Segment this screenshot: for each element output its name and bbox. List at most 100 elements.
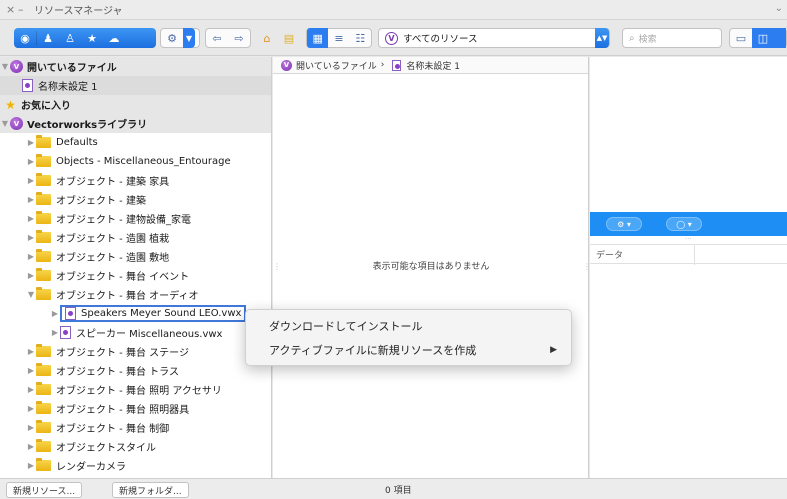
resource-type-value: すべてのリソース bbox=[403, 34, 478, 45]
disclosure-closed-icon[interactable]: ▶ bbox=[26, 176, 36, 185]
tree-folder[interactable]: ▶ レンダーカメラ bbox=[0, 456, 271, 475]
breadcrumb-separator: › bbox=[380, 60, 385, 70]
tree-folder[interactable]: ▶ オブジェクト - 舞台 照明器具 bbox=[0, 399, 271, 418]
tree-folder[interactable]: ▶ Defaults bbox=[0, 133, 271, 152]
users-icon[interactable]: ♟ bbox=[37, 28, 59, 48]
gear-icon[interactable]: ⚙ bbox=[161, 28, 183, 48]
tree-folder[interactable]: ▶ オブジェクト - 建物設備_家電 bbox=[0, 209, 271, 228]
tree-folder[interactable]: ▶ オブジェクト - 造園 敷地 bbox=[0, 247, 271, 266]
folder-icon bbox=[36, 420, 51, 433]
new-folder-button[interactable]: 新規フォルダ... bbox=[112, 482, 189, 498]
grid-view-icon[interactable]: ▦ bbox=[307, 28, 329, 48]
menu-item-label: ダウンロードしてインストール bbox=[269, 320, 423, 333]
menu-item-create-new-resource[interactable]: アクティブファイルに新規リソースを作成 ▶ bbox=[246, 338, 571, 362]
menu-item-download-install[interactable]: ダウンロードしてインストール bbox=[246, 314, 571, 338]
view-dropdown[interactable]: ◯ ▾ bbox=[666, 217, 702, 231]
view-mode-segment: ▦ ≡ ☷ bbox=[306, 28, 372, 48]
tree-folder-label: オブジェクト - 造園 敷地 bbox=[56, 253, 170, 264]
vwx-file-icon bbox=[65, 307, 76, 320]
tree-group-favorites[interactable]: ★ お気に入り bbox=[0, 95, 271, 114]
data-table-header: データ bbox=[590, 244, 787, 265]
disclosure-open-icon[interactable]: ▼ bbox=[26, 290, 36, 299]
disclosure-closed-icon[interactable]: ▶ bbox=[26, 195, 36, 204]
new-resource-button[interactable]: 新規リソース... bbox=[6, 482, 83, 498]
tree-folder[interactable]: ▶ オブジェクトスタイル bbox=[0, 437, 271, 456]
disclosure-closed-icon[interactable]: ▶ bbox=[26, 157, 36, 166]
vectorworks-icon: V bbox=[281, 59, 292, 71]
tree-file-label: Speakers Meyer Sound LEO.vwx bbox=[81, 308, 242, 319]
disclosure-closed-icon[interactable]: ▶ bbox=[26, 442, 36, 451]
disclosure-closed-icon[interactable]: ▶ bbox=[26, 138, 36, 147]
folder-up-icon[interactable]: ▤ bbox=[278, 28, 300, 48]
tree-folder-label: オブジェクト - 建築 家具 bbox=[56, 177, 170, 188]
render-mode-dropdown[interactable]: ⚙ ▾ bbox=[606, 217, 642, 231]
disclosure-closed-icon[interactable]: ▶ bbox=[26, 214, 36, 223]
data-column-header[interactable]: データ bbox=[596, 248, 623, 261]
context-menu: ダウンロードしてインストール アクティブファイルに新規リソースを作成 ▶ bbox=[245, 309, 572, 366]
disclosure-closed-icon[interactable]: ▶ bbox=[26, 347, 36, 356]
preview-toolbar: ⚙ ▾ ◯ ▾ bbox=[590, 212, 787, 236]
disclosure-closed-icon[interactable]: ▶ bbox=[26, 366, 36, 375]
tree-folder[interactable]: ▶ オブジェクト - 建築 bbox=[0, 190, 271, 209]
folder-icon bbox=[36, 249, 51, 262]
disclosure-closed-icon[interactable]: ▶ bbox=[26, 252, 36, 261]
folder-icon bbox=[36, 211, 51, 224]
chevron-down-icon[interactable]: ▼ bbox=[183, 28, 195, 48]
disclosure-closed-icon[interactable]: ▶ bbox=[26, 385, 36, 394]
tree-item-open-file[interactable]: 名称未設定 1 bbox=[0, 76, 271, 95]
disclosure-closed-icon[interactable]: ▶ bbox=[50, 309, 60, 318]
actions-segment: ⚙ ▼ bbox=[160, 28, 200, 48]
single-pane-icon[interactable]: ▭ bbox=[730, 28, 752, 48]
close-icon[interactable]: × bbox=[6, 3, 18, 16]
minimize-icon[interactable]: – bbox=[18, 3, 32, 16]
column-divider[interactable] bbox=[694, 245, 695, 265]
user-icon[interactable]: ♙ bbox=[59, 28, 81, 48]
window-title: リソースマネージャ bbox=[34, 6, 123, 17]
tree-file[interactable]: ▶ スピーカー Miscellaneous.vwx bbox=[0, 323, 271, 342]
search-input[interactable]: ⌕ 検索 bbox=[622, 28, 722, 48]
tree-folder-label: オブジェクト - 舞台 ステージ bbox=[56, 348, 189, 359]
tree-folder[interactable]: ▶ オブジェクト - 建築 家具 bbox=[0, 171, 271, 190]
split-pane-extra-icon[interactable] bbox=[774, 28, 786, 48]
search-placeholder: 検索 bbox=[638, 34, 657, 45]
back-arrow-icon[interactable]: ⇦ bbox=[206, 28, 228, 48]
forward-arrow-icon[interactable]: ⇨ bbox=[228, 28, 250, 48]
tree-folder[interactable]: ▶ オブジェクト - 舞台 照明 アクセサリ bbox=[0, 380, 271, 399]
disclosure-open-icon[interactable]: ▼ bbox=[0, 119, 10, 128]
cloud-icon[interactable]: ☁ bbox=[103, 28, 125, 48]
tree-group-label: Vectorworksライブラリ bbox=[27, 120, 148, 131]
split-pane-icon[interactable]: ◫ bbox=[752, 28, 774, 48]
disclosure-open-icon[interactable]: ▼ bbox=[0, 62, 10, 71]
disclosure-closed-icon[interactable]: ▶ bbox=[26, 461, 36, 470]
tree-folder-label: オブジェクト - 舞台 イベント bbox=[56, 272, 190, 283]
disclosure-closed-icon[interactable]: ▶ bbox=[26, 271, 36, 280]
tree-group-library[interactable]: ▼ V Vectorworksライブラリ bbox=[0, 114, 271, 133]
tree-folder[interactable]: ▶ オブジェクト - 舞台 ステージ bbox=[0, 342, 271, 361]
list-view-icon[interactable]: ≡ bbox=[328, 28, 349, 48]
tree-folder[interactable]: ▶ オブジェクト - 舞台 トラス bbox=[0, 361, 271, 380]
tree-folder[interactable]: ▶ オブジェクト - 造園 植栽 bbox=[0, 228, 271, 247]
resize-grip[interactable]: ··· bbox=[590, 236, 787, 244]
disclosure-closed-icon[interactable]: ▶ bbox=[26, 233, 36, 242]
home-icon[interactable]: ⌂ bbox=[256, 28, 278, 48]
star-icon: ★ bbox=[5, 97, 16, 112]
tree-file-selected[interactable]: ▶ Speakers Meyer Sound LEO.vwx bbox=[0, 304, 271, 323]
tree-folder[interactable]: ▶ Objects - Miscellaneous_Entourage bbox=[0, 152, 271, 171]
tree-folder[interactable]: ▶ オブジェクト - 舞台 制御 bbox=[0, 418, 271, 437]
tree-folder[interactable]: ▶ オブジェクト - 舞台 イベント bbox=[0, 266, 271, 285]
tree-folder-expanded[interactable]: ▼ オブジェクト - 舞台 オーディオ bbox=[0, 285, 271, 304]
preview-pane: ⚙ ▾ ◯ ▾ ··· データ bbox=[590, 57, 787, 478]
window-menu-icon[interactable]: ⌄ bbox=[775, 3, 783, 14]
disclosure-closed-icon[interactable]: ▶ bbox=[26, 404, 36, 413]
tree-group-open-files[interactable]: ▼ V 開いているファイル bbox=[0, 57, 271, 76]
disclosure-closed-icon[interactable]: ▶ bbox=[26, 423, 36, 432]
resource-type-select[interactable]: V すべてのリソース ▲▼ bbox=[378, 28, 610, 48]
tree-folder-label: オブジェクト - 舞台 照明 アクセサリ bbox=[56, 386, 222, 397]
vectorworks-library-icon[interactable]: ◉ bbox=[14, 28, 36, 48]
breadcrumb-file[interactable]: 名称未設定 1 bbox=[406, 59, 460, 72]
folder-icon bbox=[36, 382, 51, 395]
disclosure-closed-icon[interactable]: ▶ bbox=[50, 328, 60, 337]
favorites-icon[interactable]: ★ bbox=[81, 28, 103, 48]
breadcrumb-root[interactable]: 開いているファイル bbox=[296, 59, 377, 72]
detail-view-icon[interactable]: ☷ bbox=[350, 28, 371, 48]
